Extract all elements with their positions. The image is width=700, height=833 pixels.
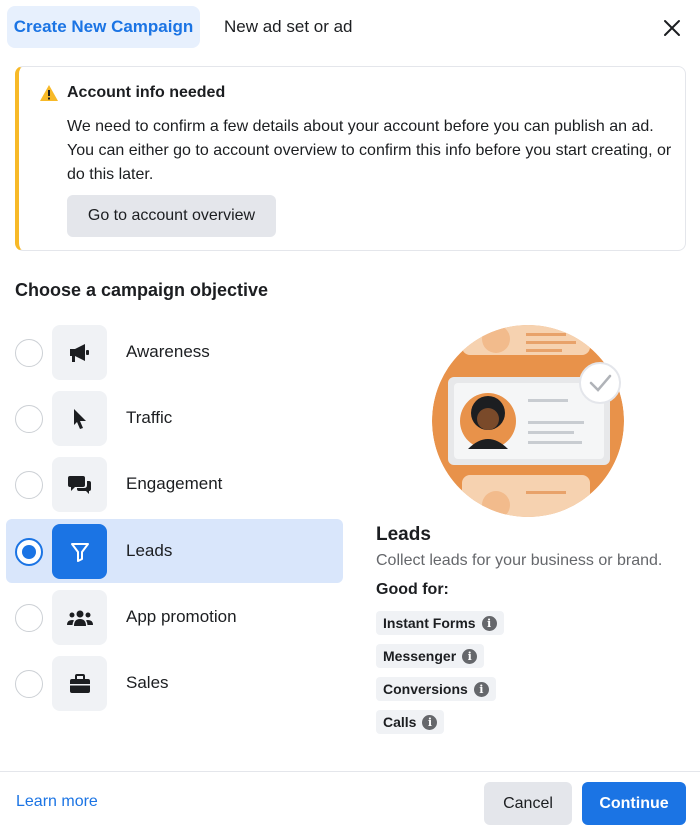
radio-button-selected[interactable] (15, 538, 43, 566)
objective-label: App promotion (126, 607, 237, 626)
objective-label: Sales (126, 673, 169, 692)
radio-button[interactable] (15, 339, 43, 367)
radio-button[interactable] (15, 604, 43, 632)
info-icon[interactable]: i (462, 648, 478, 664)
objective-icon-box (52, 325, 107, 380)
chip-calls: Calls i (376, 710, 445, 734)
objective-engagement[interactable]: Engagement (6, 452, 343, 516)
megaphone-icon (69, 343, 89, 362)
tab-create-new-campaign[interactable]: Create New Campaign (7, 6, 200, 48)
chip-label: Messenger (383, 648, 457, 664)
chip-instant-forms: Instant Forms i (376, 611, 504, 635)
info-icon[interactable]: i (481, 615, 497, 631)
footer-divider (0, 771, 700, 772)
objective-awareness[interactable]: Awareness (6, 320, 343, 384)
objective-label: Engagement (126, 474, 223, 493)
warning-icon (40, 85, 58, 101)
continue-button[interactable]: Continue (582, 782, 686, 825)
objective-detail-title: Leads (376, 524, 431, 545)
close-button[interactable] (654, 10, 690, 46)
objective-app-promotion[interactable]: App promotion (6, 585, 343, 649)
info-icon[interactable]: i (473, 681, 489, 697)
people-icon (66, 610, 93, 626)
learn-more-link[interactable]: Learn more (16, 793, 98, 811)
radio-button[interactable] (15, 405, 43, 433)
alert-body: We need to confirm a few details about y… (67, 118, 672, 183)
cancel-button[interactable]: Cancel (484, 782, 572, 825)
info-icon[interactable]: i (422, 714, 438, 730)
objective-icon-box (52, 457, 107, 512)
account-info-alert: Account info needed We need to confirm a… (15, 66, 686, 251)
objective-icon-box (52, 391, 107, 446)
chip-messenger: Messenger i (376, 644, 485, 668)
chip-conversions: Conversions i (376, 677, 496, 701)
alert-title: Account info needed (67, 84, 226, 101)
objective-label: Awareness (126, 342, 210, 361)
radio-button[interactable] (15, 670, 43, 698)
tab-new-ad-set-or-ad[interactable]: New ad set or ad (212, 6, 365, 48)
objective-traffic[interactable]: Traffic (6, 386, 343, 450)
cursor-icon (73, 408, 86, 429)
go-to-account-overview-button[interactable]: Go to account overview (67, 195, 276, 237)
objective-icon-box (52, 656, 107, 711)
close-icon (664, 20, 680, 36)
objective-icon-box (52, 590, 107, 645)
briefcase-icon (69, 673, 90, 693)
chip-label: Calls (383, 714, 417, 730)
objective-leads[interactable]: Leads (6, 519, 343, 583)
objective-detail-description: Collect leads for your business or brand… (376, 552, 663, 569)
section-title: Choose a campaign objective (15, 280, 269, 300)
radio-button[interactable] (15, 471, 43, 499)
filter-icon (70, 542, 89, 562)
chip-label: Conversions (383, 681, 468, 697)
leads-illustration (432, 325, 624, 517)
chat-bubbles-icon (67, 475, 91, 494)
objective-label: Traffic (126, 408, 173, 427)
good-for-label: Good for: (376, 581, 449, 598)
chip-label: Instant Forms (383, 615, 476, 631)
objective-sales[interactable]: Sales (6, 651, 343, 715)
objective-label: Leads (126, 541, 173, 560)
objective-icon-box (52, 524, 107, 579)
